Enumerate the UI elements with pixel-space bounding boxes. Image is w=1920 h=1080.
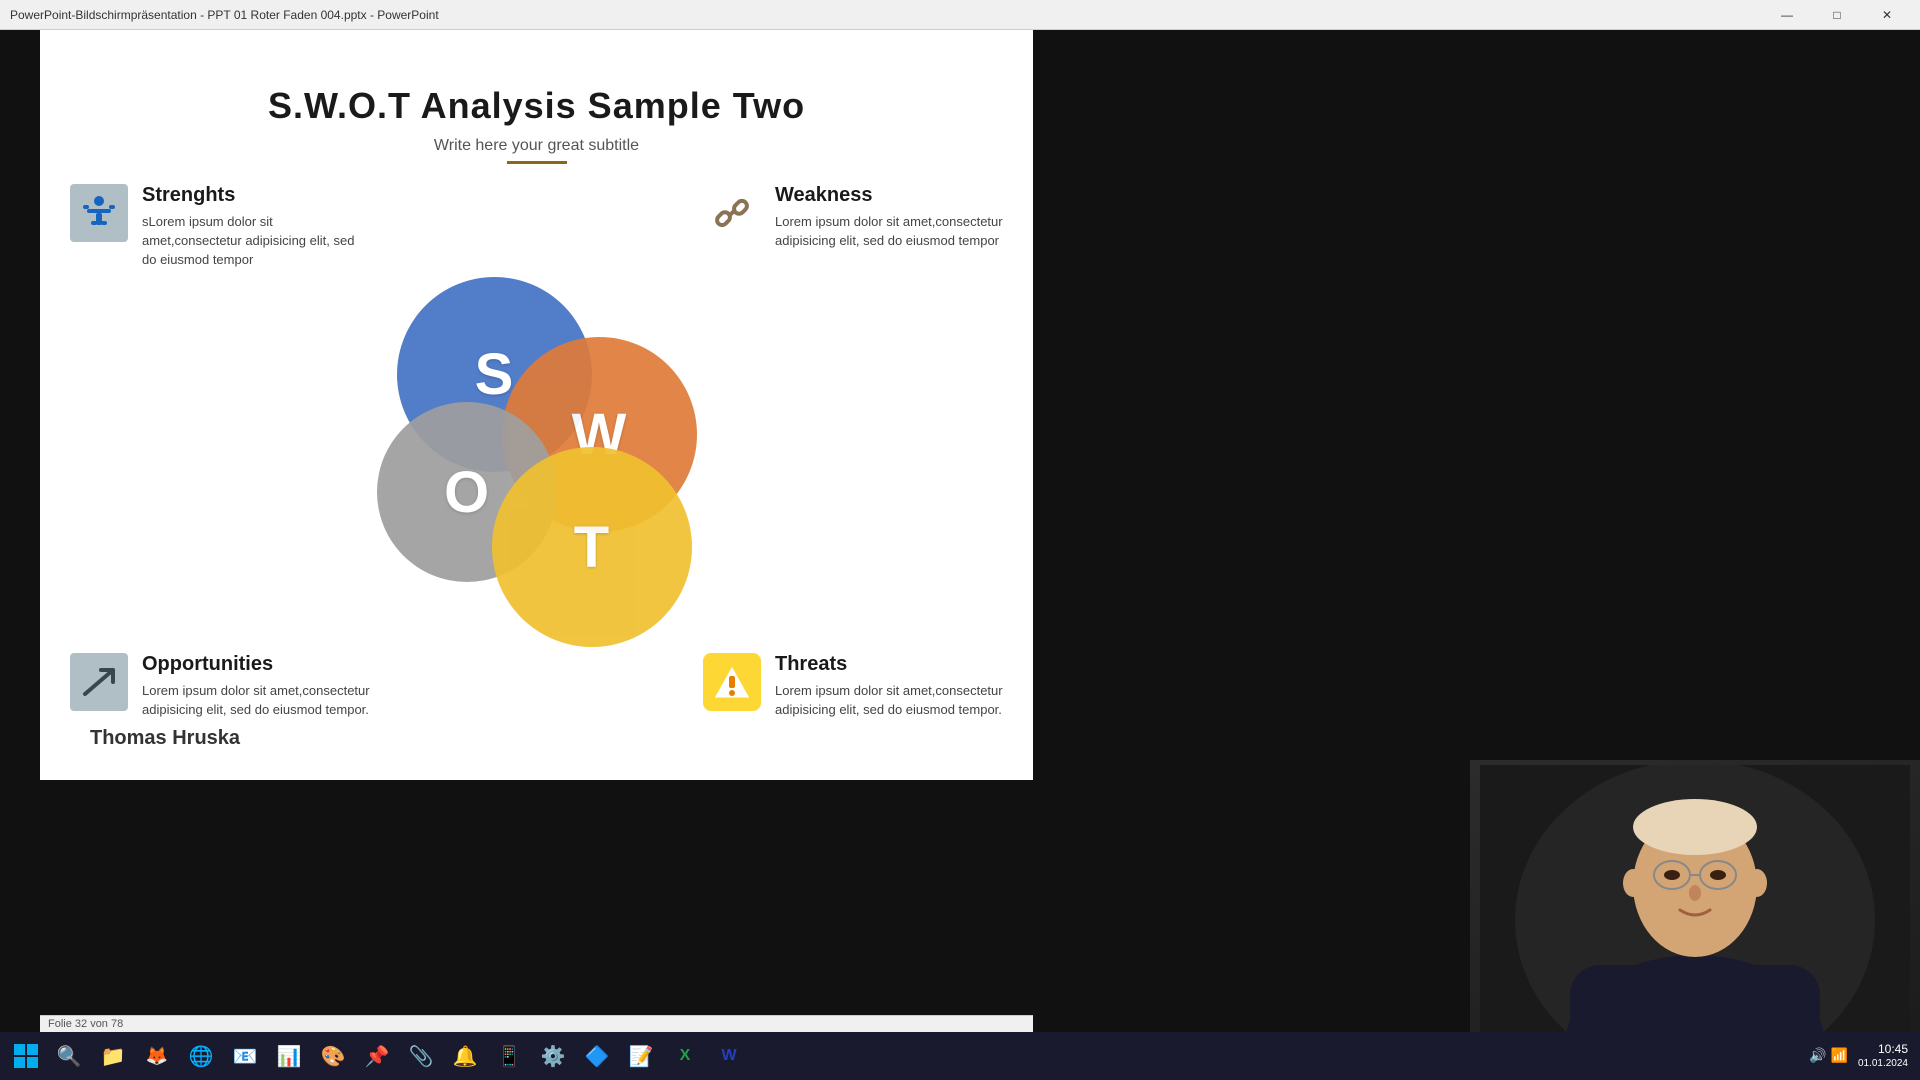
taskbar-firefox[interactable]: 🦊	[136, 1035, 178, 1077]
strengths-body: sLorem ipsum dolor sit amet,consectetur …	[142, 213, 370, 270]
strengths-svg-icon	[77, 191, 121, 235]
opportunities-icon	[70, 653, 128, 711]
taskbar-app4[interactable]: 📎	[400, 1035, 442, 1077]
minimize-button[interactable]: —	[1764, 0, 1810, 30]
taskbar-icons[interactable]: 🔍 📁 🦊 🌐 📧 📊 🎨 📌 📎 🔔 📱 ⚙️ 🔷 📝 X W	[48, 1035, 750, 1077]
taskbar-word[interactable]: W	[708, 1035, 750, 1077]
taskbar-system-icons: 🔊 📶	[1809, 1047, 1848, 1064]
circle-t-label: T	[574, 514, 609, 581]
opportunities-heading: Opportunities	[142, 653, 370, 676]
taskbar-file-explorer[interactable]: 📁	[92, 1035, 134, 1077]
taskbar-clock: 10:45 01.01.2024	[1858, 1041, 1908, 1072]
person-figure	[1480, 765, 1910, 1075]
strengths-icon	[70, 184, 128, 242]
weakness-panel: Weakness Lorem ipsum dolor sit amet,cons…	[703, 184, 1003, 251]
windows-logo	[14, 1044, 38, 1068]
threats-heading: Threats	[775, 653, 1003, 676]
strengths-panel: Strenghts sLorem ipsum dolor sit amet,co…	[70, 184, 370, 270]
close-button[interactable]: ✕	[1864, 0, 1910, 30]
threats-body: Lorem ipsum dolor sit amet,consectetur a…	[775, 682, 1003, 720]
venn-diagram: S W O T	[347, 277, 727, 667]
slide-info: Folie 32 von 78	[48, 1018, 123, 1030]
taskbar-mail[interactable]: 📧	[224, 1035, 266, 1077]
slide-container: S.W.O.T Analysis Sample Two Write here y…	[40, 30, 1033, 780]
circle-t: T	[492, 447, 692, 647]
weakness-body: Lorem ipsum dolor sit amet,consectetur a…	[775, 213, 1003, 251]
titlebar-controls[interactable]: — □ ✕	[1764, 0, 1910, 30]
titlebar-title: PowerPoint-Bildschirmpräsentation - PPT …	[10, 8, 439, 22]
weakness-icon	[703, 184, 761, 242]
threats-text: Threats Lorem ipsum dolor sit amet,conse…	[775, 653, 1003, 720]
opportunities-text: Opportunities Lorem ipsum dolor sit amet…	[142, 653, 370, 720]
strengths-heading: Strenghts	[142, 184, 370, 207]
taskbar-chrome[interactable]: 🌐	[180, 1035, 222, 1077]
opportunities-body: Lorem ipsum dolor sit amet,consectetur a…	[142, 682, 370, 720]
swot-layout: Strenghts sLorem ipsum dolor sit amet,co…	[40, 164, 1033, 780]
strengths-text: Strenghts sLorem ipsum dolor sit amet,co…	[142, 184, 370, 270]
taskbar[interactable]: 🔍 📁 🦊 🌐 📧 📊 🎨 📌 📎 🔔 📱 ⚙️ 🔷 📝 X W 🔊 📶 10:…	[0, 1032, 1920, 1080]
threats-panel: Threats Lorem ipsum dolor sit amet,conse…	[703, 653, 1003, 720]
taskbar-right: 🔊 📶 10:45 01.01.2024	[1809, 1041, 1916, 1072]
black-bar-right	[1033, 30, 1920, 780]
titlebar: PowerPoint-Bildschirmpräsentation - PPT …	[0, 0, 1920, 30]
weakness-heading: Weakness	[775, 184, 1003, 207]
circle-s-label: S	[475, 341, 514, 408]
taskbar-app3[interactable]: 📌	[356, 1035, 398, 1077]
weakness-text: Weakness Lorem ipsum dolor sit amet,cons…	[775, 184, 1003, 251]
slide-subtitle: Write here your great subtitle	[434, 137, 639, 155]
start-button[interactable]	[4, 1034, 48, 1078]
presenter-name: Thomas Hruska	[90, 727, 240, 750]
opportunities-svg-icon	[77, 660, 121, 704]
black-bar-left	[0, 30, 40, 780]
maximize-button[interactable]: □	[1814, 0, 1860, 30]
taskbar-app5[interactable]: 🔔	[444, 1035, 486, 1077]
opportunities-panel: Opportunities Lorem ipsum dolor sit amet…	[70, 653, 370, 720]
taskbar-app7[interactable]: ⚙️	[532, 1035, 574, 1077]
circle-o-label: O	[444, 459, 489, 526]
taskbar-search[interactable]: 🔍	[48, 1035, 90, 1077]
taskbar-app9[interactable]: 📝	[620, 1035, 662, 1077]
slide-title: S.W.O.T Analysis Sample Two	[268, 85, 805, 127]
taskbar-app6[interactable]: 📱	[488, 1035, 530, 1077]
taskbar-app8[interactable]: 🔷	[576, 1035, 618, 1077]
status-bar: Folie 32 von 78	[40, 1015, 1033, 1032]
taskbar-excel[interactable]: X	[664, 1035, 706, 1077]
taskbar-app1[interactable]: 📊	[268, 1035, 310, 1077]
taskbar-app2[interactable]: 🎨	[312, 1035, 354, 1077]
weakness-svg-icon	[707, 188, 757, 238]
